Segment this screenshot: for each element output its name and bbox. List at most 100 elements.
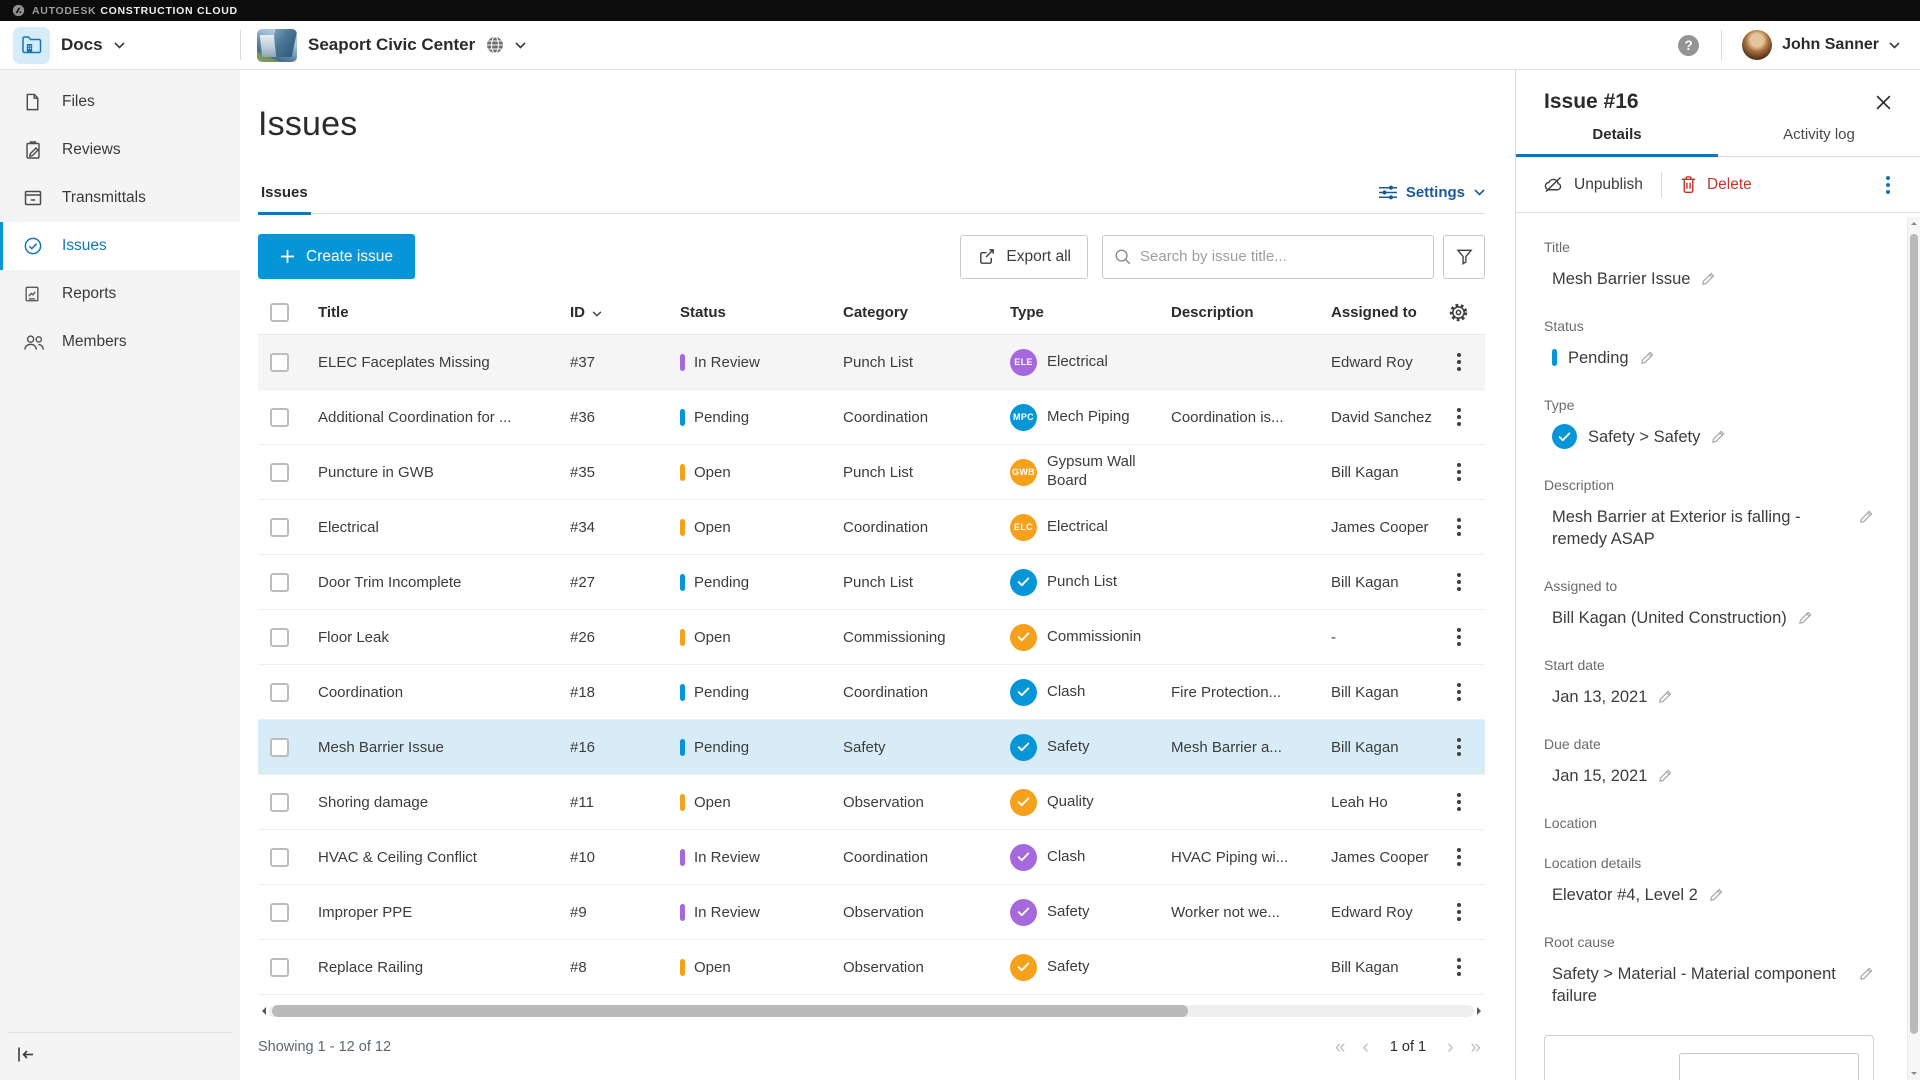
sidebar-item-reviews[interactable]: Reviews bbox=[0, 126, 240, 174]
scroll-left-arrow[interactable] bbox=[258, 1007, 266, 1015]
field-label: Due date bbox=[1544, 736, 1874, 752]
row-checkbox[interactable] bbox=[270, 463, 289, 482]
column-header-id[interactable]: ID bbox=[560, 304, 670, 321]
first-page-button[interactable]: « bbox=[1335, 1038, 1346, 1057]
module-selector[interactable]: Docs bbox=[0, 27, 240, 64]
column-header-description[interactable]: Description bbox=[1165, 304, 1325, 321]
scroll-down-arrow[interactable] bbox=[1911, 1072, 1917, 1075]
table-row[interactable]: Shoring damage#11OpenObservationQualityL… bbox=[258, 775, 1485, 830]
filter-icon bbox=[1455, 247, 1474, 266]
edit-pencil-icon[interactable] bbox=[1701, 271, 1716, 286]
row-menu-button[interactable] bbox=[1451, 512, 1467, 542]
column-header-type[interactable]: Type bbox=[1000, 304, 1165, 321]
panel-bottom-inner-box[interactable] bbox=[1679, 1053, 1859, 1080]
select-all-checkbox[interactable] bbox=[270, 303, 289, 322]
filter-button[interactable] bbox=[1443, 235, 1485, 279]
table-row[interactable]: Puncture in GWB#35OpenPunch ListGWBGypsu… bbox=[258, 445, 1485, 500]
row-checkbox[interactable] bbox=[270, 683, 289, 702]
sidebar-item-transmittals[interactable]: Transmittals bbox=[0, 174, 240, 222]
panel-scrollbar[interactable] bbox=[1907, 217, 1920, 1080]
row-checkbox[interactable] bbox=[270, 408, 289, 427]
edit-pencil-icon[interactable] bbox=[1859, 966, 1874, 981]
row-menu-button[interactable] bbox=[1451, 677, 1467, 707]
next-page-button[interactable]: › bbox=[1447, 1038, 1453, 1057]
sidebar-item-label: Reports bbox=[62, 285, 116, 303]
tab-issues[interactable]: Issues bbox=[258, 184, 311, 215]
edit-pencil-icon[interactable] bbox=[1859, 509, 1874, 524]
scroll-up-arrow[interactable] bbox=[1911, 222, 1917, 225]
column-header-category[interactable]: Category bbox=[833, 304, 1000, 321]
column-header-status[interactable]: Status bbox=[670, 304, 833, 321]
prev-page-button[interactable]: ‹ bbox=[1362, 1038, 1368, 1057]
edit-pencil-icon[interactable] bbox=[1640, 350, 1655, 365]
table-row[interactable]: Additional Coordination for ...#36Pendin… bbox=[258, 390, 1485, 445]
row-checkbox[interactable] bbox=[270, 958, 289, 977]
panel-bottom-box[interactable] bbox=[1544, 1035, 1874, 1080]
row-menu-button[interactable] bbox=[1451, 732, 1467, 762]
row-menu-button[interactable] bbox=[1451, 402, 1467, 432]
table-row[interactable]: Improper PPE#9In ReviewObservationSafety… bbox=[258, 885, 1485, 940]
edit-pencil-icon[interactable] bbox=[1709, 887, 1724, 902]
table-row[interactable]: Mesh Barrier Issue#16PendingSafetySafety… bbox=[258, 720, 1485, 775]
row-checkbox[interactable] bbox=[270, 518, 289, 537]
tab-activity-log[interactable]: Activity log bbox=[1718, 126, 1920, 156]
column-header-title[interactable]: Title bbox=[306, 304, 560, 321]
row-checkbox[interactable] bbox=[270, 848, 289, 867]
table-row[interactable]: Door Trim Incomplete#27PendingPunch List… bbox=[258, 555, 1485, 610]
row-checkbox[interactable] bbox=[270, 573, 289, 592]
row-checkbox[interactable] bbox=[270, 353, 289, 372]
type-check-icon bbox=[1010, 899, 1037, 926]
scrollbar-track[interactable] bbox=[269, 1005, 1474, 1017]
row-menu-button[interactable] bbox=[1451, 567, 1467, 597]
row-menu-button[interactable] bbox=[1451, 897, 1467, 927]
row-checkbox[interactable] bbox=[270, 903, 289, 922]
create-issue-button[interactable]: Create issue bbox=[258, 234, 415, 279]
unpublish-button[interactable]: Unpublish bbox=[1542, 175, 1643, 194]
row-checkbox[interactable] bbox=[270, 628, 289, 647]
tab-details[interactable]: Details bbox=[1516, 126, 1718, 157]
row-menu-button[interactable] bbox=[1451, 347, 1467, 377]
scrollbar-thumb[interactable] bbox=[272, 1005, 1188, 1017]
table-row[interactable]: ELEC Faceplates Missing#37In ReviewPunch… bbox=[258, 335, 1485, 390]
row-menu-button[interactable] bbox=[1451, 842, 1467, 872]
export-all-button[interactable]: Export all bbox=[960, 235, 1088, 279]
type-label: Safety bbox=[1047, 903, 1090, 922]
edit-pencil-icon[interactable] bbox=[1798, 610, 1813, 625]
row-menu-button[interactable] bbox=[1451, 787, 1467, 817]
settings-button[interactable]: Settings bbox=[1379, 184, 1485, 213]
table-header: Title ID Status Category Type Descriptio… bbox=[258, 291, 1485, 335]
search-input[interactable] bbox=[1140, 248, 1422, 265]
row-menu-button[interactable] bbox=[1451, 622, 1467, 652]
project-selector[interactable]: Seaport Civic Center bbox=[241, 29, 542, 62]
edit-pencil-icon[interactable] bbox=[1658, 768, 1673, 783]
table-row[interactable]: Floor Leak#26OpenCommissioningCommission… bbox=[258, 610, 1485, 665]
sidebar-item-files[interactable]: Files bbox=[0, 78, 240, 126]
column-header-assigned-to[interactable]: Assigned to bbox=[1325, 304, 1440, 321]
last-page-button[interactable]: » bbox=[1470, 1038, 1481, 1057]
table-row[interactable]: Replace Railing#8OpenObservationSafetyBi… bbox=[258, 940, 1485, 995]
collapse-sidebar-button[interactable] bbox=[16, 1046, 36, 1063]
delete-button[interactable]: Delete bbox=[1680, 175, 1752, 194]
sidebar-item-issues[interactable]: Issues bbox=[0, 222, 240, 270]
panel-scrollbar-thumb[interactable] bbox=[1910, 234, 1918, 1034]
edit-pencil-icon[interactable] bbox=[1658, 689, 1673, 704]
table-row[interactable]: Coordination#18PendingCoordinationClashF… bbox=[258, 665, 1485, 720]
row-checkbox[interactable] bbox=[270, 738, 289, 757]
scroll-right-arrow[interactable] bbox=[1477, 1007, 1485, 1015]
sidebar-item-reports[interactable]: Reports bbox=[0, 270, 240, 318]
panel-menu-button[interactable] bbox=[1880, 170, 1896, 200]
help-icon[interactable]: ? bbox=[1678, 35, 1699, 56]
sidebar: FilesReviewsTransmittalsIssues Reports Mem… bbox=[0, 70, 240, 1080]
row-checkbox[interactable] bbox=[270, 793, 289, 812]
table-row[interactable]: HVAC & Ceiling Conflict#10In ReviewCoord… bbox=[258, 830, 1485, 885]
issue-id-cell: #16 bbox=[560, 739, 670, 756]
sidebar-item-members[interactable]: Members bbox=[0, 318, 240, 366]
close-icon[interactable] bbox=[1875, 94, 1892, 111]
row-menu-button[interactable] bbox=[1451, 952, 1467, 982]
edit-pencil-icon[interactable] bbox=[1711, 429, 1726, 444]
horizontal-scrollbar[interactable] bbox=[258, 1005, 1485, 1017]
gear-icon[interactable] bbox=[1448, 302, 1469, 323]
user-menu[interactable]: John Sanner bbox=[1722, 30, 1920, 60]
table-row[interactable]: Electrical#34OpenCoordinationELCElectric… bbox=[258, 500, 1485, 555]
row-menu-button[interactable] bbox=[1451, 457, 1467, 487]
